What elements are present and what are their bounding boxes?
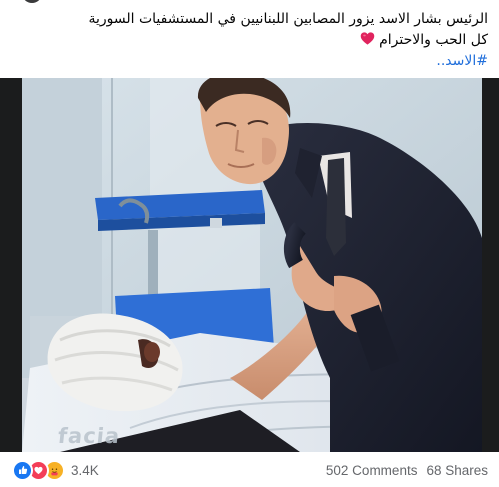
reaction-count: 3.4K: [71, 462, 99, 478]
photo-illustration: [0, 78, 499, 452]
comments-count-link[interactable]: 502 Comments: [326, 463, 418, 478]
reactions-summary[interactable]: 3.4K: [12, 459, 99, 481]
caption-line: كل الحب والاحترام: [18, 30, 488, 51]
avatar[interactable]: [22, 0, 42, 3]
photo-watermark: facia: [56, 424, 122, 448]
engagement-bar: 3.4K 502 Comments 68 Shares: [0, 452, 499, 487]
facebook-post: الرئيس بشار الاسد يزور المصابين اللبناني…: [0, 0, 499, 487]
like-icon: [12, 459, 33, 481]
red-heart-icon: [360, 32, 374, 45]
caption-line: الرئيس بشار الاسد يزور المصابين اللبناني…: [88, 11, 488, 27]
post-caption: الرئيس بشار الاسد يزور المصابين اللبناني…: [18, 9, 488, 72]
caption-text: كل الحب والاحترام: [379, 32, 488, 48]
post-photo[interactable]: [0, 78, 499, 452]
comments-shares: 502 Comments 68 Shares: [326, 463, 488, 478]
shares-count-link[interactable]: 68 Shares: [426, 463, 488, 478]
hashtag-link[interactable]: #الاسد..: [18, 51, 488, 72]
